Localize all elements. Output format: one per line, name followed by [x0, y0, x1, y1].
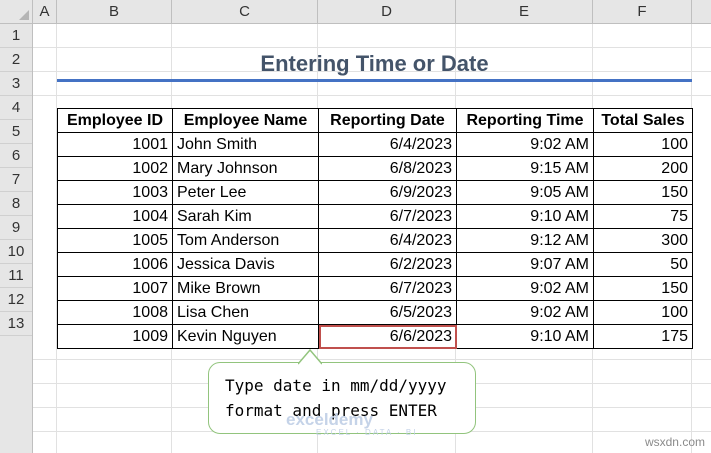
cell-employee-id[interactable]: 1001: [57, 132, 173, 157]
cell-reporting-date[interactable]: 6/8/2023: [318, 156, 457, 181]
table-row: 1005 Tom Anderson 6/4/2023 9:12 AM 300: [57, 228, 693, 253]
cell-total-sales[interactable]: 75: [593, 204, 693, 229]
header-employee-id[interactable]: Employee ID: [57, 108, 173, 133]
table-row: 1008 Lisa Chen 6/5/2023 9:02 AM 100: [57, 300, 693, 325]
selected-cell-d13[interactable]: 6/6/2023: [318, 324, 457, 349]
cell-total-sales[interactable]: 50: [593, 252, 693, 277]
cell-total-sales[interactable]: 200: [593, 156, 693, 181]
cell-reporting-date[interactable]: 6/5/2023: [318, 300, 457, 325]
row-header-2[interactable]: 2: [0, 48, 32, 72]
column-header-a[interactable]: A: [33, 0, 57, 23]
table-row: 1001 John Smith 6/4/2023 9:02 AM 100: [57, 132, 693, 157]
table-row: 1007 Mike Brown 6/7/2023 9:02 AM 150: [57, 276, 693, 301]
column-header-d[interactable]: D: [318, 0, 456, 23]
cell-reporting-time[interactable]: 9:12 AM: [456, 228, 594, 253]
row-header-4[interactable]: 4: [0, 96, 32, 120]
row-header-13[interactable]: 13: [0, 312, 32, 336]
column-header-e[interactable]: E: [456, 0, 593, 23]
cell-employee-name[interactable]: Sarah Kim: [172, 204, 319, 229]
row-header-7[interactable]: 7: [0, 168, 32, 192]
cell-reporting-date[interactable]: 6/7/2023: [318, 204, 457, 229]
gridline: [33, 95, 711, 96]
cell-total-sales[interactable]: 300: [593, 228, 693, 253]
column-header-c[interactable]: C: [172, 0, 318, 23]
cell-reporting-time[interactable]: 9:07 AM: [456, 252, 594, 277]
callout-line-1: Type date in mm/dd/yyyy: [225, 376, 447, 395]
cell-total-sales[interactable]: 150: [593, 276, 693, 301]
table-header-row: Employee ID Employee Name Reporting Date…: [57, 108, 693, 133]
gridline: [33, 359, 711, 360]
cell-reporting-time[interactable]: 9:10 AM: [456, 204, 594, 229]
cell-employee-id[interactable]: 1004: [57, 204, 173, 229]
cell-employee-name[interactable]: Kevin Nguyen: [172, 324, 319, 349]
cell-employee-name[interactable]: Tom Anderson: [172, 228, 319, 253]
row-header-3[interactable]: 3: [0, 72, 32, 96]
cell-total-sales[interactable]: 100: [593, 132, 693, 157]
header-total-sales[interactable]: Total Sales: [593, 108, 693, 133]
cell-employee-name[interactable]: Mary Johnson: [172, 156, 319, 181]
row-header-9[interactable]: 9: [0, 216, 32, 240]
cell-employee-id[interactable]: 1008: [57, 300, 173, 325]
select-all-button[interactable]: [0, 0, 33, 23]
row-header-5[interactable]: 5: [0, 120, 32, 144]
table-row: 1004 Sarah Kim 6/7/2023 9:10 AM 75: [57, 204, 693, 229]
column-header-b[interactable]: B: [57, 0, 172, 23]
row-header-8[interactable]: 8: [0, 192, 32, 216]
exceldemy-watermark-tagline: EXCEL · DATA · BI: [316, 428, 418, 437]
cell-reporting-time[interactable]: 9:15 AM: [456, 156, 594, 181]
title-underline: [57, 79, 692, 82]
site-watermark: wsxdn.com: [644, 435, 705, 449]
header-reporting-date[interactable]: Reporting Date: [318, 108, 457, 133]
cell-employee-id[interactable]: 1003: [57, 180, 173, 205]
cell-employee-name[interactable]: Peter Lee: [172, 180, 319, 205]
cell-employee-id[interactable]: 1002: [57, 156, 173, 181]
cell-reporting-date[interactable]: 6/7/2023: [318, 276, 457, 301]
cell-employee-name[interactable]: John Smith: [172, 132, 319, 157]
header-reporting-time[interactable]: Reporting Time: [456, 108, 594, 133]
cell-employee-id[interactable]: 1009: [57, 324, 173, 349]
cell-employee-name[interactable]: Lisa Chen: [172, 300, 319, 325]
header-employee-name[interactable]: Employee Name: [172, 108, 319, 133]
table-row: 1009 Kevin Nguyen 6/6/2023 9:10 AM 175: [57, 324, 693, 349]
cell-reporting-date[interactable]: 6/2/2023: [318, 252, 457, 277]
table-row: 1003 Peter Lee 6/9/2023 9:05 AM 150: [57, 180, 693, 205]
row-header-bar: 1 2 3 4 5 6 7 8 9 10 11 12 13: [0, 24, 33, 453]
cell-employee-name[interactable]: Mike Brown: [172, 276, 319, 301]
cell-total-sales[interactable]: 150: [593, 180, 693, 205]
table-row: 1002 Mary Johnson 6/8/2023 9:15 AM 200: [57, 156, 693, 181]
column-header-bar: A B C D E F: [0, 0, 711, 24]
cell-total-sales[interactable]: 100: [593, 300, 693, 325]
cell-employee-id[interactable]: 1006: [57, 252, 173, 277]
cell-reporting-date[interactable]: 6/9/2023: [318, 180, 457, 205]
cell-employee-id[interactable]: 1007: [57, 276, 173, 301]
cell-employee-id[interactable]: 1005: [57, 228, 173, 253]
row-header-12[interactable]: 12: [0, 288, 32, 312]
cell-reporting-time[interactable]: 9:02 AM: [456, 276, 594, 301]
table-row: 1006 Jessica Davis 6/2/2023 9:07 AM 50: [57, 252, 693, 277]
cell-reporting-date[interactable]: 6/4/2023: [318, 132, 457, 157]
row-header-11[interactable]: 11: [0, 264, 32, 288]
row-header-6[interactable]: 6: [0, 144, 32, 168]
row-header-10[interactable]: 10: [0, 240, 32, 264]
cell-employee-name[interactable]: Jessica Davis: [172, 252, 319, 277]
row-header-1[interactable]: 1: [0, 24, 32, 48]
callout-pointer: [298, 349, 322, 365]
sheet-title[interactable]: Entering Time or Date: [57, 48, 692, 80]
cell-total-sales[interactable]: 175: [593, 324, 693, 349]
cell-reporting-time[interactable]: 9:02 AM: [456, 300, 594, 325]
cell-reporting-time[interactable]: 9:02 AM: [456, 132, 594, 157]
exceldemy-watermark-logo: exceldemy: [286, 410, 373, 429]
column-header-f[interactable]: F: [593, 0, 692, 23]
employee-table: Employee ID Employee Name Reporting Date…: [57, 108, 693, 349]
cell-reporting-time[interactable]: 9:10 AM: [456, 324, 594, 349]
cell-reporting-time[interactable]: 9:05 AM: [456, 180, 594, 205]
cell-reporting-date[interactable]: 6/4/2023: [318, 228, 457, 253]
